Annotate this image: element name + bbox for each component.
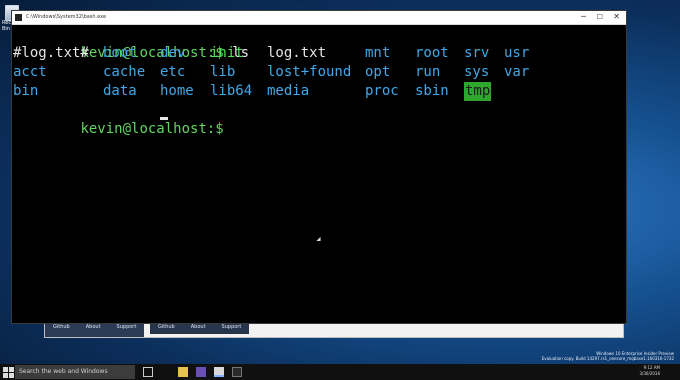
search-input[interactable]: Search the web and Windows: [15, 365, 135, 379]
listing-row-3: bin data home lib64 media proc sbin tmp: [13, 82, 613, 101]
list-item: acct: [13, 64, 47, 80]
minimize-button[interactable]: ─: [581, 12, 586, 22]
list-item: boot: [103, 45, 137, 61]
prompt-text: kevin@localhost:$: [80, 121, 224, 137]
list-item: run: [415, 64, 441, 80]
list-item: lib64: [210, 83, 253, 99]
list-item: opt: [365, 64, 391, 80]
list-item: data: [103, 83, 137, 99]
close-button[interactable]: ✕: [613, 12, 620, 22]
prompt-line-2: kevin@localhost:$: [13, 101, 223, 137]
bash-terminal-window[interactable]: C:\Windows\System32\bash.exe ─ ☐ ✕ kevin…: [11, 10, 627, 324]
windows-start-icon[interactable]: [2, 366, 14, 378]
window-title: C:\Windows\System32\bash.exe: [26, 14, 107, 20]
list-item: etc: [160, 64, 186, 80]
build-watermark: Windows 10 Enterprise Insider Preview Ev…: [542, 351, 674, 361]
console-output[interactable]: kevin@localhost:$ ls #log.txt# boot dev …: [12, 25, 626, 323]
list-item: log.txt: [267, 45, 327, 61]
list-item: usr: [504, 45, 530, 61]
list-item: sbin: [415, 83, 449, 99]
list-item: init: [210, 45, 244, 61]
text-cursor: [160, 117, 168, 120]
terminal-icon: [15, 14, 22, 21]
list-item: media: [267, 83, 310, 99]
list-item: dev: [160, 45, 186, 61]
list-item: root: [415, 45, 449, 61]
list-item: proc: [365, 83, 399, 99]
listing-row-2: acct cache etc lib lost+found opt run sy…: [13, 63, 613, 82]
list-item-tmp: tmp: [464, 82, 492, 101]
system-clock[interactable]: 9:12 AM 3/30/2016: [639, 365, 660, 377]
list-item: cache: [103, 64, 146, 80]
list-item: srv: [464, 45, 490, 61]
listing-row-1: #log.txt# boot dev init log.txt mnt root…: [13, 44, 613, 63]
task-view-icon[interactable]: [143, 367, 153, 377]
folder-icon[interactable]: [178, 367, 188, 377]
list-item: bin: [13, 83, 39, 99]
list-item: #log.txt#: [13, 45, 89, 61]
list-item: home: [160, 83, 194, 99]
maximize-button[interactable]: ☐: [597, 12, 603, 22]
window-titlebar[interactable]: C:\Windows\System32\bash.exe ─ ☐ ✕: [12, 11, 626, 25]
list-item: lost+found: [267, 64, 352, 80]
prompt-line-1: kevin@localhost:$ ls: [13, 25, 249, 61]
visual-studio-icon[interactable]: [196, 367, 206, 377]
list-item: lib: [210, 64, 236, 80]
list-item: var: [504, 64, 530, 80]
clock-date: 3/30/2016: [639, 371, 660, 376]
list-item: sys: [464, 64, 490, 80]
terminal-icon[interactable]: [232, 367, 242, 377]
taskbar: Search the web and Windows 9:12 AM 3/30/…: [0, 364, 680, 380]
list-item: mnt: [365, 45, 391, 61]
terminal-taskbar-icon[interactable]: [214, 367, 224, 377]
watermark-build: Evaluation copy. Build 14297.rs1_onecore…: [541, 356, 674, 361]
desktop: Recycle Bin Github About Support Github …: [0, 0, 680, 380]
